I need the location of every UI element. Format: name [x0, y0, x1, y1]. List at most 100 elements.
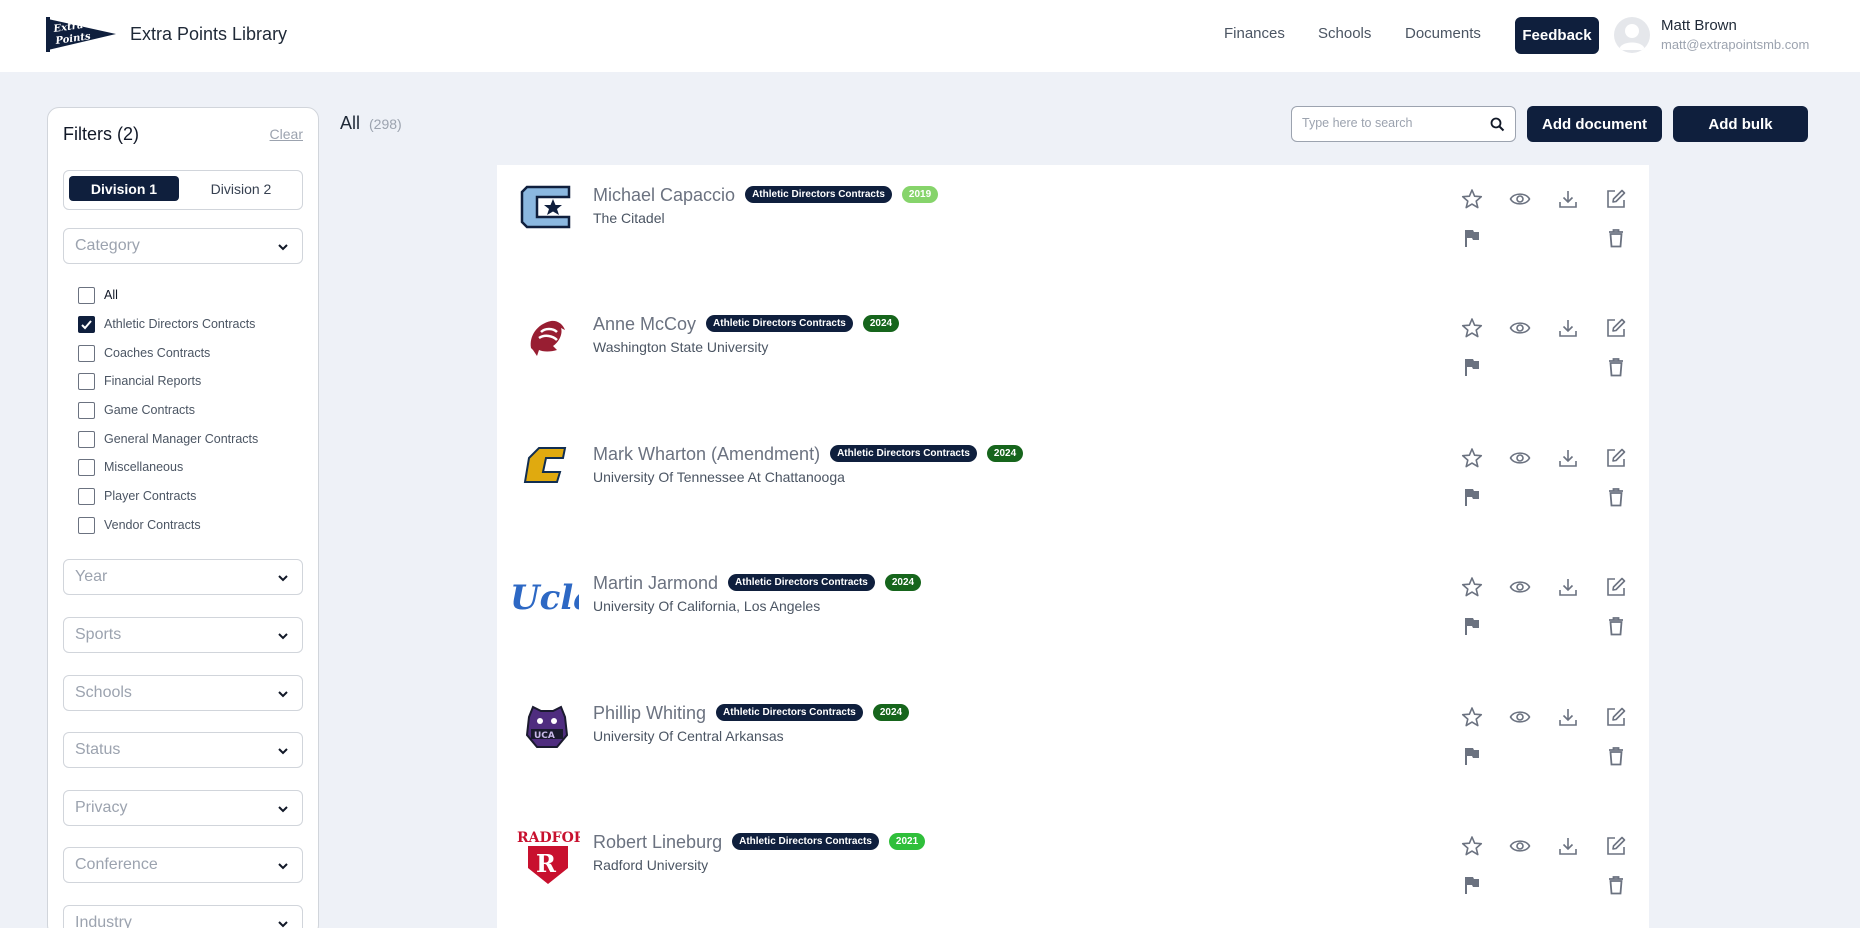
- download-icon[interactable]: [1557, 317, 1579, 339]
- nav-schools[interactable]: Schools: [1318, 25, 1371, 42]
- document-name[interactable]: Michael Capaccio: [593, 185, 735, 205]
- eye-icon[interactable]: [1509, 835, 1531, 857]
- document-name[interactable]: Anne McCoy: [593, 314, 696, 334]
- flag-icon[interactable]: [1461, 356, 1483, 378]
- edit-icon[interactable]: [1605, 576, 1627, 598]
- category-option-game[interactable]: Game Contracts: [78, 400, 195, 420]
- eye-icon[interactable]: [1509, 706, 1531, 728]
- category-badge: Athletic Directors Contracts: [830, 444, 977, 462]
- edit-icon[interactable]: [1605, 835, 1627, 857]
- category-option-general-manager[interactable]: General Manager Contracts: [78, 429, 258, 449]
- trash-icon[interactable]: [1605, 874, 1627, 896]
- document-title[interactable]: Robert Lineburg Athletic Directors Contra…: [593, 832, 926, 853]
- document-title[interactable]: Michael Capaccio Athletic Directors Contr…: [593, 185, 939, 206]
- year-dropdown[interactable]: Year: [63, 559, 303, 595]
- category-option-financial[interactable]: Financial Reports: [78, 371, 201, 391]
- edit-icon[interactable]: [1605, 447, 1627, 469]
- category-option-all[interactable]: All: [78, 285, 118, 305]
- download-icon[interactable]: [1557, 835, 1579, 857]
- citadel-logo: [517, 177, 577, 237]
- division-1-option[interactable]: Division 1: [69, 176, 179, 201]
- edit-icon[interactable]: [1605, 317, 1627, 339]
- category-dropdown[interactable]: Category: [63, 228, 303, 264]
- document-name[interactable]: Phillip Whiting: [593, 703, 706, 723]
- industry-dropdown[interactable]: Industry: [63, 905, 303, 928]
- results-title: All: [340, 113, 361, 133]
- download-icon[interactable]: [1557, 576, 1579, 598]
- flag-icon[interactable]: [1461, 874, 1483, 896]
- category-option-player[interactable]: Player Contracts: [78, 486, 196, 506]
- edit-icon[interactable]: [1605, 188, 1627, 210]
- nav-finances[interactable]: Finances: [1224, 25, 1285, 42]
- document-title[interactable]: Anne McCoy Athletic Directors Contracts 20…: [593, 314, 900, 335]
- document-title[interactable]: Mark Wharton (Amendment) Athletic Directo…: [593, 444, 1024, 465]
- star-icon[interactable]: [1461, 447, 1483, 469]
- eye-icon[interactable]: [1509, 188, 1531, 210]
- category-option-coaches[interactable]: Coaches Contracts: [78, 343, 210, 363]
- trash-icon[interactable]: [1605, 615, 1627, 637]
- category-option-misc[interactable]: Miscellaneous: [78, 457, 183, 477]
- download-icon[interactable]: [1557, 706, 1579, 728]
- eye-icon[interactable]: [1509, 576, 1531, 598]
- star-icon[interactable]: [1461, 835, 1483, 857]
- document-row[interactable]: UCA Phillip Whiting Athletic Directors Co…: [497, 683, 1649, 813]
- add-bulk-button[interactable]: Add bulk: [1673, 106, 1808, 142]
- category-option-vendor[interactable]: Vendor Contracts: [78, 515, 201, 535]
- sports-dropdown[interactable]: Sports: [63, 617, 303, 653]
- trash-icon[interactable]: [1605, 486, 1627, 508]
- dropdown-label: Industry: [75, 914, 132, 928]
- checkbox[interactable]: [78, 458, 95, 476]
- document-title[interactable]: Martin Jarmond Athletic Directors Contrac…: [593, 573, 922, 594]
- checkbox[interactable]: [78, 516, 95, 534]
- search-icon[interactable]: [1490, 117, 1505, 132]
- add-document-button[interactable]: Add document: [1527, 106, 1662, 142]
- document-row[interactable]: Anne McCoy Athletic Directors Contracts 20…: [497, 294, 1649, 424]
- chevron-down-icon: [278, 691, 288, 698]
- schools-dropdown[interactable]: Schools: [63, 675, 303, 711]
- edit-icon[interactable]: [1605, 706, 1627, 728]
- trash-icon[interactable]: [1605, 745, 1627, 767]
- clear-filters-link[interactable]: Clear: [270, 126, 303, 142]
- download-icon[interactable]: [1557, 188, 1579, 210]
- trash-icon[interactable]: [1605, 356, 1627, 378]
- checkbox[interactable]: [78, 401, 95, 419]
- checkbox[interactable]: [78, 430, 95, 448]
- document-row[interactable]: Ucla Martin Jarmond Athletic Directors Co…: [497, 553, 1649, 683]
- document-row[interactable]: Michael Capaccio Athletic Directors Contr…: [497, 165, 1649, 295]
- document-name[interactable]: Martin Jarmond: [593, 573, 718, 593]
- star-icon[interactable]: [1461, 317, 1483, 339]
- star-icon[interactable]: [1461, 188, 1483, 210]
- document-name[interactable]: Mark Wharton (Amendment): [593, 444, 820, 464]
- eye-icon[interactable]: [1509, 447, 1531, 469]
- status-dropdown[interactable]: Status: [63, 732, 303, 768]
- category-badge: Athletic Directors Contracts: [745, 185, 892, 203]
- nav-documents[interactable]: Documents: [1405, 25, 1481, 42]
- document-title[interactable]: Phillip Whiting Athletic Directors Contra…: [593, 703, 910, 724]
- trash-icon[interactable]: [1605, 227, 1627, 249]
- category-option-athletic-directors[interactable]: Athletic Directors Contracts: [78, 314, 255, 334]
- download-icon[interactable]: [1557, 447, 1579, 469]
- avatar[interactable]: [1614, 17, 1650, 53]
- star-icon[interactable]: [1461, 706, 1483, 728]
- conference-dropdown[interactable]: Conference: [63, 847, 303, 883]
- checkbox[interactable]: [78, 286, 95, 304]
- star-icon[interactable]: [1461, 576, 1483, 598]
- document-row[interactable]: RADFORD R Robert Lineburg Athletic Direct…: [497, 812, 1649, 928]
- eye-icon[interactable]: [1509, 317, 1531, 339]
- flag-icon[interactable]: [1461, 745, 1483, 767]
- checkbox-checked[interactable]: [78, 315, 95, 333]
- privacy-dropdown[interactable]: Privacy: [63, 790, 303, 826]
- search-input[interactable]: [1302, 116, 1482, 130]
- division-2-option[interactable]: Division 2: [186, 176, 296, 201]
- extra-points-logo[interactable]: Extra Points: [46, 17, 118, 52]
- checkbox[interactable]: [78, 372, 95, 390]
- flag-icon[interactable]: [1461, 227, 1483, 249]
- checkbox[interactable]: [78, 344, 95, 362]
- flag-icon[interactable]: [1461, 615, 1483, 637]
- flag-icon[interactable]: [1461, 486, 1483, 508]
- document-row[interactable]: Mark Wharton (Amendment) Athletic Directo…: [497, 424, 1649, 554]
- feedback-button[interactable]: Feedback: [1515, 17, 1599, 54]
- document-name[interactable]: Robert Lineburg: [593, 832, 722, 852]
- checkbox[interactable]: [78, 487, 95, 505]
- document-school: University Of Tennessee At Chattanooga: [593, 469, 845, 485]
